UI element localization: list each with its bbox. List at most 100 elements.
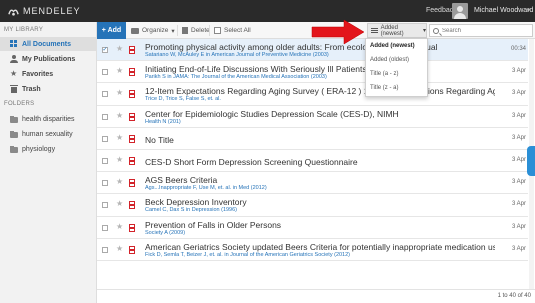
star-icon[interactable]: ★ — [116, 111, 123, 120]
row-checkbox[interactable] — [102, 202, 108, 209]
table-row[interactable]: ★ CES-D Short Form Depression Screening … — [97, 150, 528, 173]
sidebar-item-label: physiology — [22, 145, 56, 153]
row-checkbox[interactable] — [102, 69, 108, 76]
document-date: 3 Apr — [511, 201, 526, 208]
document-date: 00:34 — [510, 46, 526, 52]
pdf-icon — [129, 134, 135, 143]
star-icon[interactable]: ★ — [116, 178, 123, 186]
sort-option-added-oldest[interactable]: Added (oldest) — [370, 57, 409, 63]
checkbox-icon — [214, 27, 221, 34]
sidebar-item-label: Trash — [22, 85, 41, 93]
sidebar-item-favorites[interactable]: ★ Favorites — [0, 67, 97, 81]
document-title[interactable]: Prevention of Falls in Older Persons — [145, 220, 495, 230]
folders-heading: FOLDERS — [4, 101, 35, 107]
document-title[interactable]: American Geriatrics Society updated Beer… — [145, 242, 495, 252]
row-checkbox[interactable] — [102, 246, 108, 253]
pdf-icon — [129, 112, 135, 121]
star-icon[interactable]: ★ — [116, 244, 123, 253]
row-checkbox[interactable] — [102, 224, 108, 231]
trash-icon — [182, 27, 188, 34]
add-button[interactable]: + Add — [97, 22, 126, 39]
folder-icon — [10, 130, 18, 138]
sidebar-item-label: health disparities — [22, 115, 75, 123]
sidebar-item-my-publications[interactable]: My Publications — [0, 52, 97, 66]
top-bar: MENDELEY Feedback Michael Woodward ▾ — [0, 0, 535, 22]
toolbar-divider — [209, 25, 210, 36]
star-icon[interactable]: ★ — [116, 133, 123, 142]
table-row[interactable]: ★ Initiating End-of-Life Discussions Wit… — [97, 61, 528, 84]
pdf-icon — [129, 68, 135, 77]
sidebar-folder-human-sexuality[interactable]: human sexuality — [0, 127, 97, 141]
sidebar-item-all-documents[interactable]: All Documents — [0, 37, 97, 51]
table-row[interactable]: ★ American Geriatrics Society updated Be… — [97, 238, 528, 261]
table-row[interactable]: ★ AGS Beers Criteria Ags...Inappropriate… — [97, 172, 528, 195]
row-checkbox[interactable]: ✓ — [102, 47, 108, 53]
footer: 1 to 40 of 40 — [97, 289, 535, 303]
delete-button[interactable]: Delete — [182, 25, 210, 36]
table-row[interactable]: ★ Beck Depression Inventory Camel C, Dax… — [97, 194, 528, 217]
star-icon[interactable]: ★ — [116, 45, 123, 53]
select-all-label: Select All — [224, 27, 251, 34]
row-checkbox[interactable] — [102, 91, 108, 98]
trash-icon — [10, 85, 18, 93]
document-date: 3 Apr — [511, 112, 526, 119]
sort-option-added-newest[interactable]: Added (newest) — [370, 43, 415, 49]
select-all-button[interactable]: Select All — [214, 25, 251, 36]
star-icon[interactable]: ★ — [116, 89, 123, 97]
document-date: 3 Apr — [511, 157, 526, 163]
mendeley-logo[interactable]: MENDELEY — [8, 5, 81, 17]
star-icon: ★ — [10, 69, 18, 78]
search-box[interactable] — [429, 24, 533, 37]
star-icon[interactable]: ★ — [116, 200, 123, 208]
avatar[interactable] — [452, 3, 468, 19]
sort-option-title-z-a[interactable]: Title (z - a) — [370, 85, 398, 91]
document-date: 3 Apr — [511, 245, 526, 252]
pdf-icon — [129, 245, 135, 254]
document-title[interactable]: 12-Item Expectations Regarding Aging Sur… — [145, 86, 495, 96]
star-icon[interactable]: ★ — [116, 156, 123, 164]
sort-dropdown[interactable]: Added (newest) ▾ — [367, 23, 427, 38]
search-input[interactable] — [442, 27, 522, 34]
star-icon[interactable]: ★ — [116, 222, 123, 231]
user-menu[interactable]: Michael Woodward — [474, 7, 533, 14]
document-date: 3 Apr — [511, 223, 526, 230]
document-title[interactable]: Beck Depression Inventory — [145, 197, 495, 207]
sidebar-item-label: human sexuality — [22, 130, 73, 138]
sidebar-folder-health-disparities[interactable]: health disparities — [0, 112, 97, 126]
table-row[interactable]: ★ Prevention of Falls in Older Persons S… — [97, 216, 528, 239]
chevron-down-icon: ▾ — [422, 28, 426, 34]
folder-icon — [131, 27, 139, 34]
sidebar: MY LIBRARY All Documents My Publications… — [0, 22, 97, 303]
row-checkbox[interactable] — [102, 180, 108, 187]
pdf-icon — [129, 201, 135, 210]
table-row[interactable]: ★ 12-Item Expectations Regarding Aging S… — [97, 83, 528, 106]
sidebar-item-label: My Publications — [22, 55, 76, 63]
search-icon — [433, 27, 439, 34]
pdf-icon — [129, 46, 135, 54]
document-title[interactable]: AGS Beers Criteria — [145, 175, 495, 185]
document-meta: Fick D, Semla T, Beizer J, et. al. in Jo… — [145, 251, 351, 258]
sort-option-title-a-z[interactable]: Title (a - z) — [370, 71, 398, 77]
document-title[interactable]: Center for Epidemiologic Studies Depress… — [145, 109, 495, 119]
chevron-down-icon[interactable]: ▾ — [527, 7, 530, 14]
sidebar-item-trash[interactable]: Trash — [0, 82, 97, 96]
document-title[interactable]: No Title — [145, 135, 495, 145]
row-checkbox[interactable] — [102, 135, 108, 142]
row-checkbox[interactable] — [102, 113, 108, 120]
document-date: 3 Apr — [511, 179, 526, 186]
star-icon[interactable]: ★ — [116, 67, 123, 75]
row-checkbox[interactable] — [102, 158, 108, 164]
document-title[interactable]: Initiating End-of-Life Discussions With … — [145, 64, 495, 74]
sort-menu: Added (newest) Added (oldest) Title (a -… — [365, 38, 428, 97]
organize-button[interactable]: Organize ▾ — [131, 25, 175, 36]
pdf-icon — [129, 157, 135, 165]
document-title[interactable]: CES-D Short Form Depression Screening Qu… — [145, 157, 495, 167]
table-row[interactable]: ★ No Title 3 Apr — [97, 127, 528, 150]
delete-label: Delete — [191, 27, 210, 34]
document-meta: Parikh S in JAMA: The Journal of the Ame… — [145, 74, 327, 81]
my-library-heading: MY LIBRARY — [4, 27, 44, 33]
sidebar-folder-physiology[interactable]: physiology — [0, 142, 97, 156]
document-list: ✓ ★ Promoting physical activity among ol… — [97, 39, 528, 289]
side-panel-tab[interactable] — [527, 146, 535, 176]
table-row[interactable]: ★ Center for Epidemiologic Studies Depre… — [97, 105, 528, 128]
